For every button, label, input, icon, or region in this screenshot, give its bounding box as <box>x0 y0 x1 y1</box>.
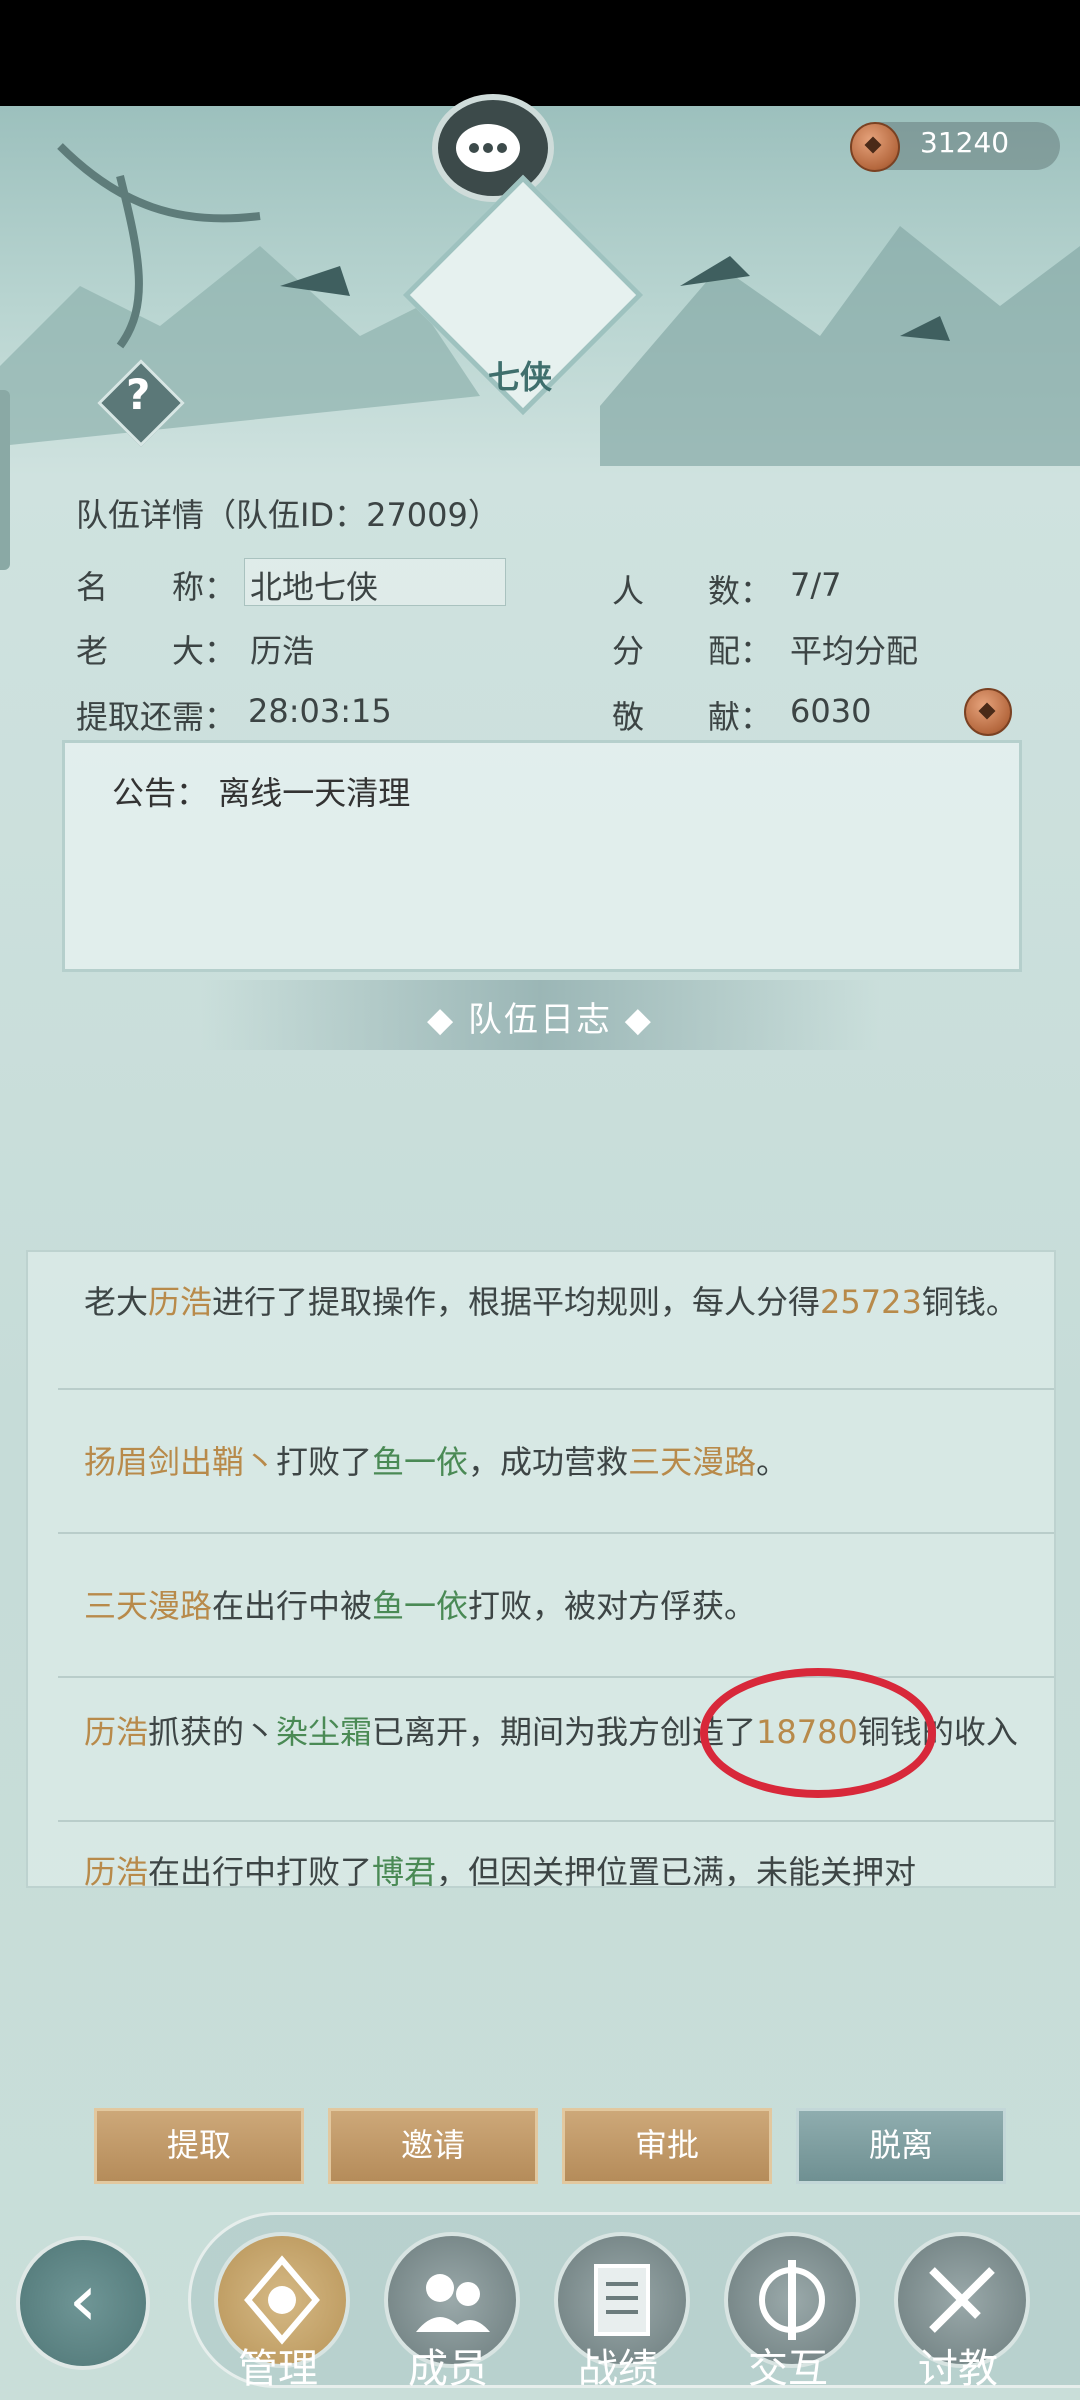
team-emblem-label: 七侠 <box>488 358 553 396</box>
question-mark-icon: ? <box>126 370 151 419</box>
currency-amount: 31240 <box>920 126 1010 159</box>
copper-coin-icon <box>850 122 900 172</box>
nav-interact-label: 交互 <box>748 2346 828 2392</box>
back-button[interactable]: ‹ <box>16 2236 150 2370</box>
team-name-value: 北地七侠 <box>250 568 379 606</box>
distribution-label: 分 配： <box>612 632 773 670</box>
log-divider <box>58 1532 1054 1534</box>
members-label: 人 数： <box>612 572 773 610</box>
contribution-coin-icon[interactable] <box>964 688 1012 736</box>
log-entry: 三天漫路在出行中被鱼一依打败，被对方俘获。 <box>84 1587 757 1625</box>
members-value: 7/7 <box>790 566 842 604</box>
chat-button[interactable] <box>432 94 554 202</box>
team-name-label: 名 称： <box>76 568 237 606</box>
log-divider <box>58 1820 1054 1822</box>
back-arrow-icon: ‹ <box>68 2258 98 2342</box>
team-details-title: 队伍详情（队伍ID：27009） <box>76 496 500 534</box>
nav-manage-label: 管理 <box>238 2346 318 2392</box>
withdraw-countdown-label: 提取还需： <box>76 698 237 736</box>
contribution-value: 6030 <box>790 692 872 730</box>
status-bar <box>0 0 1080 106</box>
leave-team-button[interactable]: 脱离 <box>796 2108 1006 2184</box>
contribution-label: 敬 献： <box>612 698 773 736</box>
announcement-text: 公告： 离线一天清理 <box>112 768 410 814</box>
invite-button[interactable]: 邀请 <box>328 2108 538 2184</box>
log-entry: 老大历浩进行了提取操作，根据平均规则，每人分得25723铜钱。 <box>84 1283 1018 1321</box>
approve-button[interactable]: 审批 <box>562 2108 772 2184</box>
team-log-title: ◆ 队伍日志 ◆ <box>427 1000 653 1040</box>
leader-label: 老 大： <box>76 632 237 670</box>
team-log-list[interactable]: 老大历浩进行了提取操作，根据平均规则，每人分得25723铜钱。 扬眉剑出鞘丶打败… <box>26 1250 1056 1888</box>
distribution-value: 平均分配 <box>790 632 919 670</box>
withdraw-countdown-value: 28:03:15 <box>248 692 392 730</box>
nav-members-label: 成员 <box>408 2346 488 2392</box>
side-drawer-handle[interactable] <box>0 390 10 570</box>
announcement-content: 离线一天清理 <box>218 774 411 812</box>
log-divider <box>58 1388 1054 1390</box>
withdraw-button[interactable]: 提取 <box>94 2108 304 2184</box>
log-divider <box>58 1676 1054 1678</box>
chat-bubble-icon <box>456 124 520 172</box>
log-entry: 扬眉剑出鞘丶打败了鱼一依，成功营救三天漫路。 <box>84 1443 789 1481</box>
annotation-circle <box>700 1668 936 1798</box>
announcement-label: 公告： <box>112 774 209 812</box>
leader-value: 历浩 <box>250 632 315 670</box>
log-entry: 历浩在出行中打败了博君，但因关押位置已满，未能关押对 <box>84 1853 917 1888</box>
nav-duel-label: 讨教 <box>918 2346 998 2392</box>
nav-record-label: 战绩 <box>578 2346 658 2392</box>
